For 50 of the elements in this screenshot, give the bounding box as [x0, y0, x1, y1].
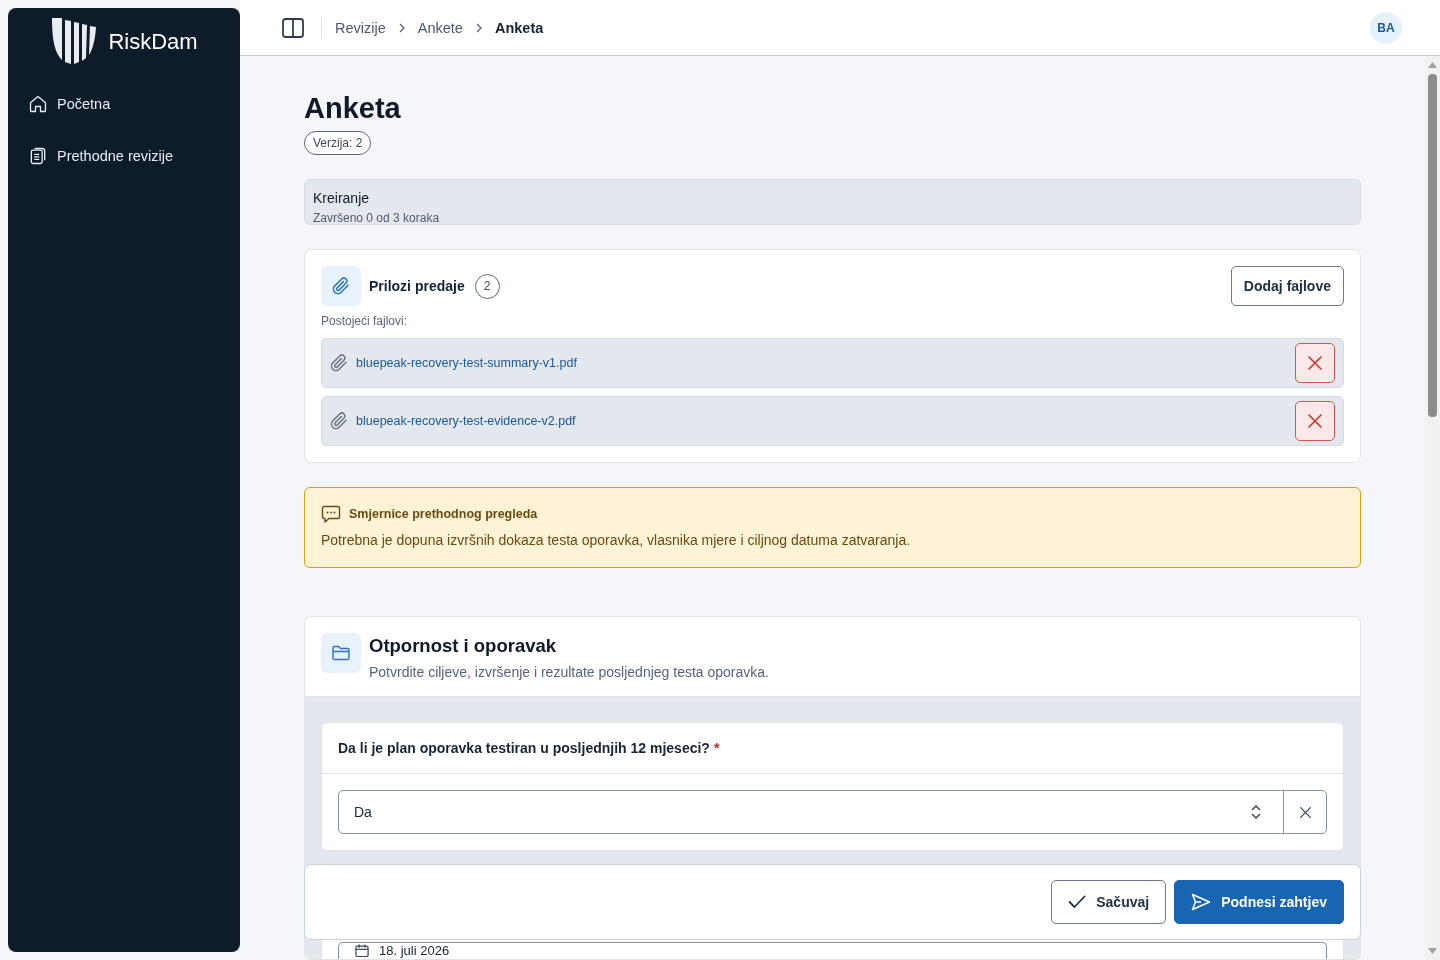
breadcrumb-link[interactable]: Revizije — [335, 19, 386, 36]
file-link[interactable]: bluepeak-recovery-test-evidence-v2.pdf — [356, 414, 1287, 429]
section-title: Otpornost i oporavak — [369, 635, 558, 658]
user-avatar[interactable]: BA — [1370, 11, 1402, 44]
home-icon — [28, 94, 48, 114]
chevron-right-icon — [474, 22, 483, 33]
folder-icon — [331, 644, 351, 663]
section-description: Potvrdite ciljeve, izvršenje i rezultate posljednjeg testa oporavka. — [369, 664, 769, 681]
breadcrumb-link[interactable]: Ankete — [417, 19, 463, 36]
calendar-icon — [354, 944, 370, 958]
file-link[interactable]: bluepeak-recovery-test-summary-v1.pdf — [356, 356, 1287, 371]
sidebar-toggle-icon[interactable] — [282, 17, 304, 38]
nav-item[interactable]: Početna — [20, 82, 228, 126]
scroll-down-icon[interactable] — [1428, 948, 1437, 954]
breadcrumb-current: Anketa — [494, 19, 544, 36]
clipboard-icon — [28, 146, 48, 166]
comment-icon — [321, 505, 341, 524]
close-icon — [1307, 413, 1323, 430]
select-field[interactable]: Da — [338, 790, 1327, 835]
close-icon — [1298, 805, 1312, 819]
attachments-title: Prilozi predaje — [369, 278, 465, 295]
paperclip-icon — [330, 412, 348, 431]
alert-title: Smjernice prethodnog pregleda — [349, 507, 538, 522]
page-title: Anketa — [304, 91, 402, 126]
date-field[interactable]: 18. juli 2026 — [338, 942, 1327, 959]
progress-title: Kreiranje — [313, 190, 371, 206]
nav-item[interactable]: Prethodne revizije — [20, 134, 228, 178]
brand-name: RiskDam — [108, 29, 198, 55]
up-down-icon — [1249, 804, 1263, 821]
files-label: Postojeći fajlovi: — [321, 314, 409, 329]
add-files-button[interactable]: Dodaj fajlove — [1230, 266, 1344, 307]
version-badge: Verzija: 2 — [304, 131, 372, 155]
delete-button[interactable] — [1295, 343, 1335, 384]
check-icon — [1068, 895, 1087, 909]
scroll-up-icon[interactable] — [1428, 62, 1437, 68]
send-icon — [1191, 893, 1212, 911]
submit-button[interactable]: Podnesi zahtjev — [1174, 880, 1344, 924]
alert-text: Potrebna je dopuna izvršnih dokaza testa oporavka, vlasnika mjere i ciljnog datuma zatvaranja. — [321, 532, 912, 549]
delete-button[interactable] — [1295, 401, 1335, 442]
save-button[interactable]: Sačuvaj — [1051, 880, 1167, 924]
question-label: Da li je plan oporavka testiran u posljednjih 12 mjeseci? * — [322, 723, 1343, 775]
close-icon — [1307, 355, 1323, 372]
date-value: 18. juli 2026 — [379, 944, 450, 959]
required-mark: * — [713, 740, 720, 757]
paperclip-icon — [332, 277, 350, 296]
paperclip-icon — [330, 354, 348, 373]
scrollbar[interactable] — [1425, 56, 1440, 960]
scrollbar-thumb[interactable] — [1428, 74, 1437, 417]
progress-subtitle: Završeno 0 od 3 koraka — [313, 211, 441, 225]
chevron-right-icon — [397, 22, 406, 33]
